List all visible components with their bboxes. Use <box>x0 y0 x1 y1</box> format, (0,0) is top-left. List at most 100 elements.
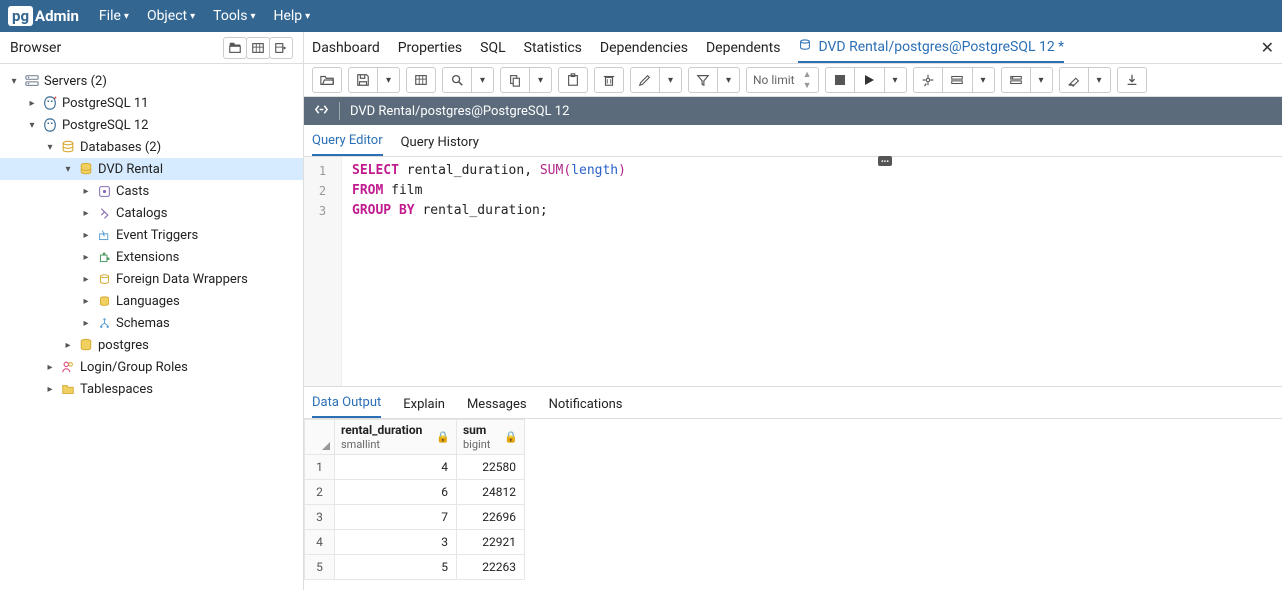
clear-dropdown[interactable]: ▾ <box>1089 67 1111 93</box>
tree-schemas[interactable]: ▸Schemas <box>0 312 303 334</box>
tree-casts[interactable]: ▸Casts <box>0 180 303 202</box>
sql-editor[interactable]: ••• 1 2 3 SELECT rental_duration, SUM(le… <box>304 157 1282 387</box>
collapse-icon[interactable]: ▾ <box>26 120 38 131</box>
tab-query-editor[interactable]: Query Editor <box>312 133 383 156</box>
explain-analyze-button[interactable] <box>943 67 973 93</box>
tree-eventtriggers[interactable]: ▸Event Triggers <box>0 224 303 246</box>
browser-btn-1[interactable] <box>223 37 247 59</box>
cell[interactable]: 6 <box>335 480 457 505</box>
tab-query-history[interactable]: Query History <box>401 135 479 156</box>
tree-pg11[interactable]: ▸PostgreSQL 11 <box>0 92 303 114</box>
execute-button[interactable] <box>855 67 885 93</box>
delete-button[interactable] <box>594 67 624 93</box>
menu-file[interactable]: File▾ <box>99 8 129 24</box>
clear-button[interactable] <box>1059 67 1089 93</box>
row-header[interactable]: 1 <box>305 455 335 480</box>
tree-dvdrental[interactable]: ▾DVD Rental <box>0 158 303 180</box>
copy-dropdown[interactable]: ▾ <box>530 67 552 93</box>
expand-icon[interactable]: ▸ <box>80 252 92 263</box>
tab-dependents[interactable]: Dependents <box>706 32 780 63</box>
cell[interactable]: 22696 <box>457 505 525 530</box>
tab-dashboard[interactable]: Dashboard <box>312 32 380 63</box>
commit-dropdown[interactable]: ▾ <box>1031 67 1053 93</box>
menu-object[interactable]: Object▾ <box>147 8 195 24</box>
cell[interactable]: 22921 <box>457 530 525 555</box>
collapse-icon[interactable]: ▾ <box>8 76 20 87</box>
tab-sql[interactable]: SQL <box>480 32 505 63</box>
tab-querytool[interactable]: DVD Rental/postgres@PostgreSQL 12 * <box>798 32 1064 63</box>
edit-dropdown[interactable]: ▾ <box>660 67 682 93</box>
filter-dropdown[interactable]: ▾ <box>718 67 740 93</box>
row-header[interactable]: 5 <box>305 555 335 580</box>
table-row[interactable]: 2624812 <box>305 480 525 505</box>
browser-btn-2[interactable] <box>246 37 270 59</box>
table-row[interactable]: 1422580 <box>305 455 525 480</box>
table-row[interactable]: 5522263 <box>305 555 525 580</box>
tab-data-output[interactable]: Data Output <box>312 395 381 418</box>
tree-pg12[interactable]: ▾PostgreSQL 12 <box>0 114 303 136</box>
commit-button[interactable] <box>1001 67 1031 93</box>
tab-explain[interactable]: Explain <box>403 397 445 418</box>
tree-tablespaces[interactable]: ▸Tablespaces <box>0 378 303 400</box>
collapse-icon[interactable]: ▾ <box>44 142 56 153</box>
open-file-button[interactable] <box>312 67 342 93</box>
expand-icon[interactable]: ▸ <box>44 362 56 373</box>
copy-button[interactable] <box>500 67 530 93</box>
tree-catalogs[interactable]: ▸Catalogs <box>0 202 303 224</box>
search-dropdown[interactable]: ▾ <box>472 67 494 93</box>
cell[interactable]: 22263 <box>457 555 525 580</box>
expand-icon[interactable]: ▸ <box>80 318 92 329</box>
tree-fdw[interactable]: ▸Foreign Data Wrappers <box>0 268 303 290</box>
collapse-icon[interactable]: ▾ <box>62 164 74 175</box>
scratch-pad-handle[interactable]: ••• <box>878 156 892 166</box>
column-header[interactable]: rental_durationsmallint🔒 <box>335 420 457 455</box>
expand-icon[interactable]: ▸ <box>44 384 56 395</box>
table-row[interactable]: 3722696 <box>305 505 525 530</box>
expand-icon[interactable]: ▸ <box>26 98 38 109</box>
save-button[interactable] <box>348 67 378 93</box>
menu-help[interactable]: Help▾ <box>273 8 310 24</box>
row-header[interactable]: 3 <box>305 505 335 530</box>
explain-dropdown[interactable]: ▾ <box>973 67 995 93</box>
cell[interactable]: 24812 <box>457 480 525 505</box>
cell[interactable]: 7 <box>335 505 457 530</box>
tab-notifications[interactable]: Notifications <box>549 397 623 418</box>
find-button[interactable] <box>406 67 436 93</box>
tree-databases[interactable]: ▾Databases (2) <box>0 136 303 158</box>
row-header[interactable]: 4 <box>305 530 335 555</box>
tab-dependencies[interactable]: Dependencies <box>600 32 688 63</box>
column-header[interactable]: sumbigint🔒 <box>457 420 525 455</box>
grid-corner[interactable] <box>305 420 335 455</box>
download-button[interactable] <box>1117 67 1147 93</box>
cell[interactable]: 5 <box>335 555 457 580</box>
tab-close-button[interactable]: ✕ <box>1261 38 1274 57</box>
search-button[interactable] <box>442 67 472 93</box>
expand-icon[interactable]: ▸ <box>80 230 92 241</box>
menu-tools[interactable]: Tools▾ <box>213 8 255 24</box>
cell[interactable]: 4 <box>335 455 457 480</box>
tab-messages[interactable]: Messages <box>467 397 527 418</box>
expand-icon[interactable]: ▸ <box>80 296 92 307</box>
expand-icon[interactable]: ▸ <box>62 340 74 351</box>
expand-icon[interactable]: ▸ <box>80 274 92 285</box>
tree-languages[interactable]: ▸Languages <box>0 290 303 312</box>
limit-select[interactable]: No limit▲▼ <box>746 67 819 93</box>
row-header[interactable]: 2 <box>305 480 335 505</box>
explain-button[interactable] <box>913 67 943 93</box>
filter-button[interactable] <box>688 67 718 93</box>
execute-dropdown[interactable]: ▾ <box>885 67 907 93</box>
tree-loginroles[interactable]: ▸Login/Group Roles <box>0 356 303 378</box>
tab-properties[interactable]: Properties <box>398 32 462 63</box>
table-row[interactable]: 4322921 <box>305 530 525 555</box>
tree-extensions[interactable]: ▸Extensions <box>0 246 303 268</box>
edit-button[interactable] <box>630 67 660 93</box>
cell[interactable]: 22580 <box>457 455 525 480</box>
cell[interactable]: 3 <box>335 530 457 555</box>
expand-icon[interactable]: ▸ <box>80 186 92 197</box>
expand-icon[interactable]: ▸ <box>80 208 92 219</box>
stop-button[interactable] <box>825 67 855 93</box>
code-area[interactable]: SELECT rental_duration, SUM(length) FROM… <box>342 157 1282 386</box>
paste-button[interactable] <box>558 67 588 93</box>
tree-servers[interactable]: ▾Servers (2) <box>0 70 303 92</box>
save-dropdown[interactable]: ▾ <box>378 67 400 93</box>
